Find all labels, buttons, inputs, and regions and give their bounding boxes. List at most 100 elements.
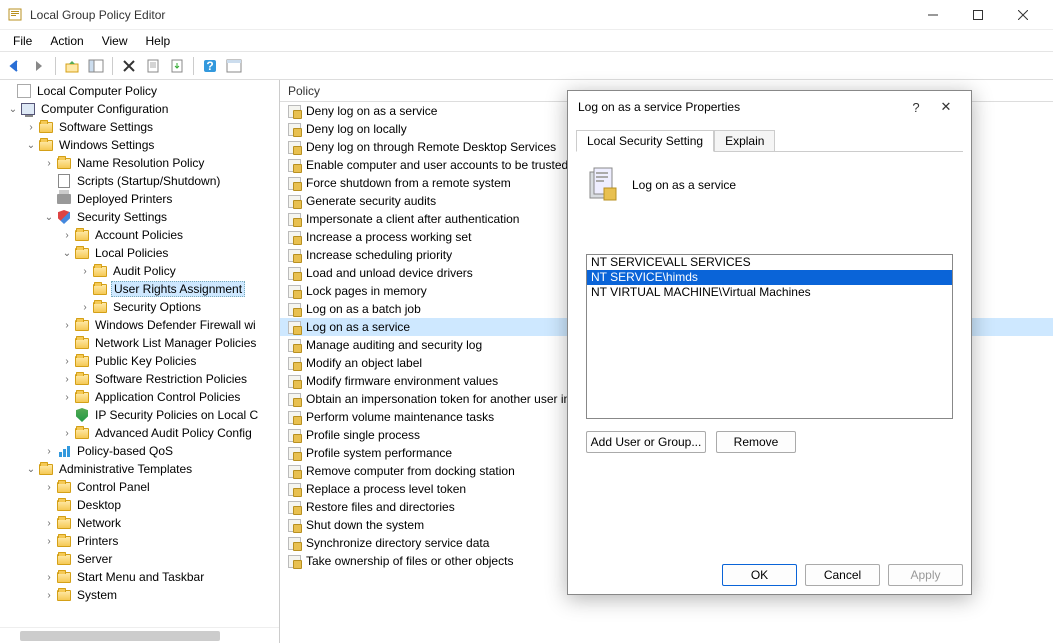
tree-label: Server [75,552,114,566]
expand-icon[interactable]: › [60,374,74,385]
tree-pane: Local Computer Policy ⌄Computer Configur… [0,80,280,643]
folder-icon [56,587,72,603]
tree-printers[interactable]: ›Printers [0,532,279,550]
expand-icon[interactable]: › [60,356,74,367]
user-entry[interactable]: NT SERVICE\himds [587,270,952,285]
folder-icon [74,245,90,261]
policy-icon [286,355,302,371]
expand-icon[interactable]: › [42,536,56,547]
tree-label: Scripts (Startup/Shutdown) [75,174,222,188]
expand-icon[interactable]: › [42,158,56,169]
expand-icon[interactable]: › [60,320,74,331]
policy-icon [286,499,302,515]
tab-local-security-setting[interactable]: Local Security Setting [576,130,714,152]
tree-control-panel[interactable]: ›Control Panel [0,478,279,496]
tree-windows-defender-firewall[interactable]: ›Windows Defender Firewall wi [0,316,279,334]
policy-icon [286,445,302,461]
policy-root-icon [16,83,32,99]
forward-button[interactable] [28,55,50,77]
policy-icon [286,517,302,533]
tree-application-control[interactable]: ›Application Control Policies [0,388,279,406]
tree-horizontal-scrollbar[interactable] [0,627,279,643]
collapse-icon[interactable]: ⌄ [6,104,20,115]
tree-security-settings[interactable]: ⌄Security Settings [0,208,279,226]
users-listbox[interactable]: NT SERVICE\ALL SERVICESNT SERVICE\himdsN… [586,254,953,419]
dialog-help-button[interactable]: ? [901,100,931,115]
expand-icon[interactable]: › [42,590,56,601]
export-button[interactable] [166,55,188,77]
tree-audit-policy[interactable]: ›Audit Policy [0,262,279,280]
menu-view[interactable]: View [93,32,137,50]
user-entry[interactable]: NT VIRTUAL MACHINE\Virtual Machines [587,285,952,300]
maximize-button[interactable] [955,0,1000,30]
menu-file[interactable]: File [4,32,41,50]
filter-button[interactable] [223,55,245,77]
collapse-icon[interactable]: ⌄ [42,212,56,223]
tree-server[interactable]: Server [0,550,279,568]
collapse-icon[interactable]: ⌄ [24,140,38,151]
tree-security-options[interactable]: ›Security Options [0,298,279,316]
dialog-close-button[interactable]: ✕ [931,99,961,115]
tree-label: User Rights Assignment [111,281,245,297]
show-hide-button[interactable] [85,55,107,77]
tree-name-resolution[interactable]: › Name Resolution Policy [0,154,279,172]
tab-explain[interactable]: Explain [714,130,775,152]
back-button[interactable] [4,55,26,77]
collapse-icon[interactable]: ⌄ [60,248,74,259]
scrollbar-thumb[interactable] [20,631,220,641]
expand-icon[interactable]: › [24,122,38,133]
tree-software-restriction[interactable]: ›Software Restriction Policies [0,370,279,388]
policy-label: Increase scheduling priority [306,248,452,262]
tree-software-settings[interactable]: ›Software Settings [0,118,279,136]
tree-policy-qos[interactable]: ›Policy-based QoS [0,442,279,460]
expand-icon[interactable]: › [42,446,56,457]
tree-scripts[interactable]: Scripts (Startup/Shutdown) [0,172,279,190]
delete-button[interactable] [118,55,140,77]
help-button[interactable]: ? [199,55,221,77]
tree-root[interactable]: Local Computer Policy [0,82,279,100]
policy-icon [286,301,302,317]
expand-icon[interactable]: › [42,518,56,529]
expand-icon[interactable]: › [42,482,56,493]
apply-button[interactable]: Apply [888,564,963,586]
tree-public-key-policies[interactable]: ›Public Key Policies [0,352,279,370]
remove-button[interactable]: Remove [716,431,796,453]
expand-icon[interactable]: › [60,230,74,241]
close-button[interactable] [1000,0,1045,30]
add-user-button[interactable]: Add User or Group... [586,431,706,453]
tree-network[interactable]: ›Network [0,514,279,532]
properties-button[interactable] [142,55,164,77]
expand-icon[interactable]: › [60,428,74,439]
expand-icon[interactable]: › [42,572,56,583]
menu-help[interactable]: Help [137,32,180,50]
expand-icon[interactable]: › [78,302,92,313]
tree-computer-config[interactable]: ⌄Computer Configuration [0,100,279,118]
tree-label: Name Resolution Policy [75,156,206,170]
policy-icon [286,193,302,209]
tree-local-policies[interactable]: ⌄Local Policies [0,244,279,262]
tree-admin-templates[interactable]: ⌄Administrative Templates [0,460,279,478]
tree-start-menu[interactable]: ›Start Menu and Taskbar [0,568,279,586]
tree-network-list-manager[interactable]: Network List Manager Policies [0,334,279,352]
tree-account-policies[interactable]: ›Account Policies [0,226,279,244]
tree-system[interactable]: ›System [0,586,279,604]
folder-icon [56,155,72,171]
tree-scroll[interactable]: Local Computer Policy ⌄Computer Configur… [0,80,279,627]
tree-ip-security[interactable]: IP Security Policies on Local C [0,406,279,424]
tree-user-rights-assignment[interactable]: User Rights Assignment [0,280,279,298]
menu-action[interactable]: Action [41,32,92,50]
ok-button[interactable]: OK [722,564,797,586]
collapse-icon[interactable]: ⌄ [24,464,38,475]
cancel-button[interactable]: Cancel [805,564,880,586]
policy-icon [286,283,302,299]
expand-icon[interactable]: › [78,266,92,277]
user-entry[interactable]: NT SERVICE\ALL SERVICES [587,255,952,270]
tree-desktop[interactable]: Desktop [0,496,279,514]
up-button[interactable] [61,55,83,77]
tree-deployed-printers[interactable]: Deployed Printers [0,190,279,208]
tree-advanced-audit[interactable]: ›Advanced Audit Policy Config [0,424,279,442]
minimize-button[interactable] [910,0,955,30]
expand-icon[interactable]: › [60,392,74,403]
policy-icon [286,319,302,335]
tree-windows-settings[interactable]: ⌄Windows Settings [0,136,279,154]
